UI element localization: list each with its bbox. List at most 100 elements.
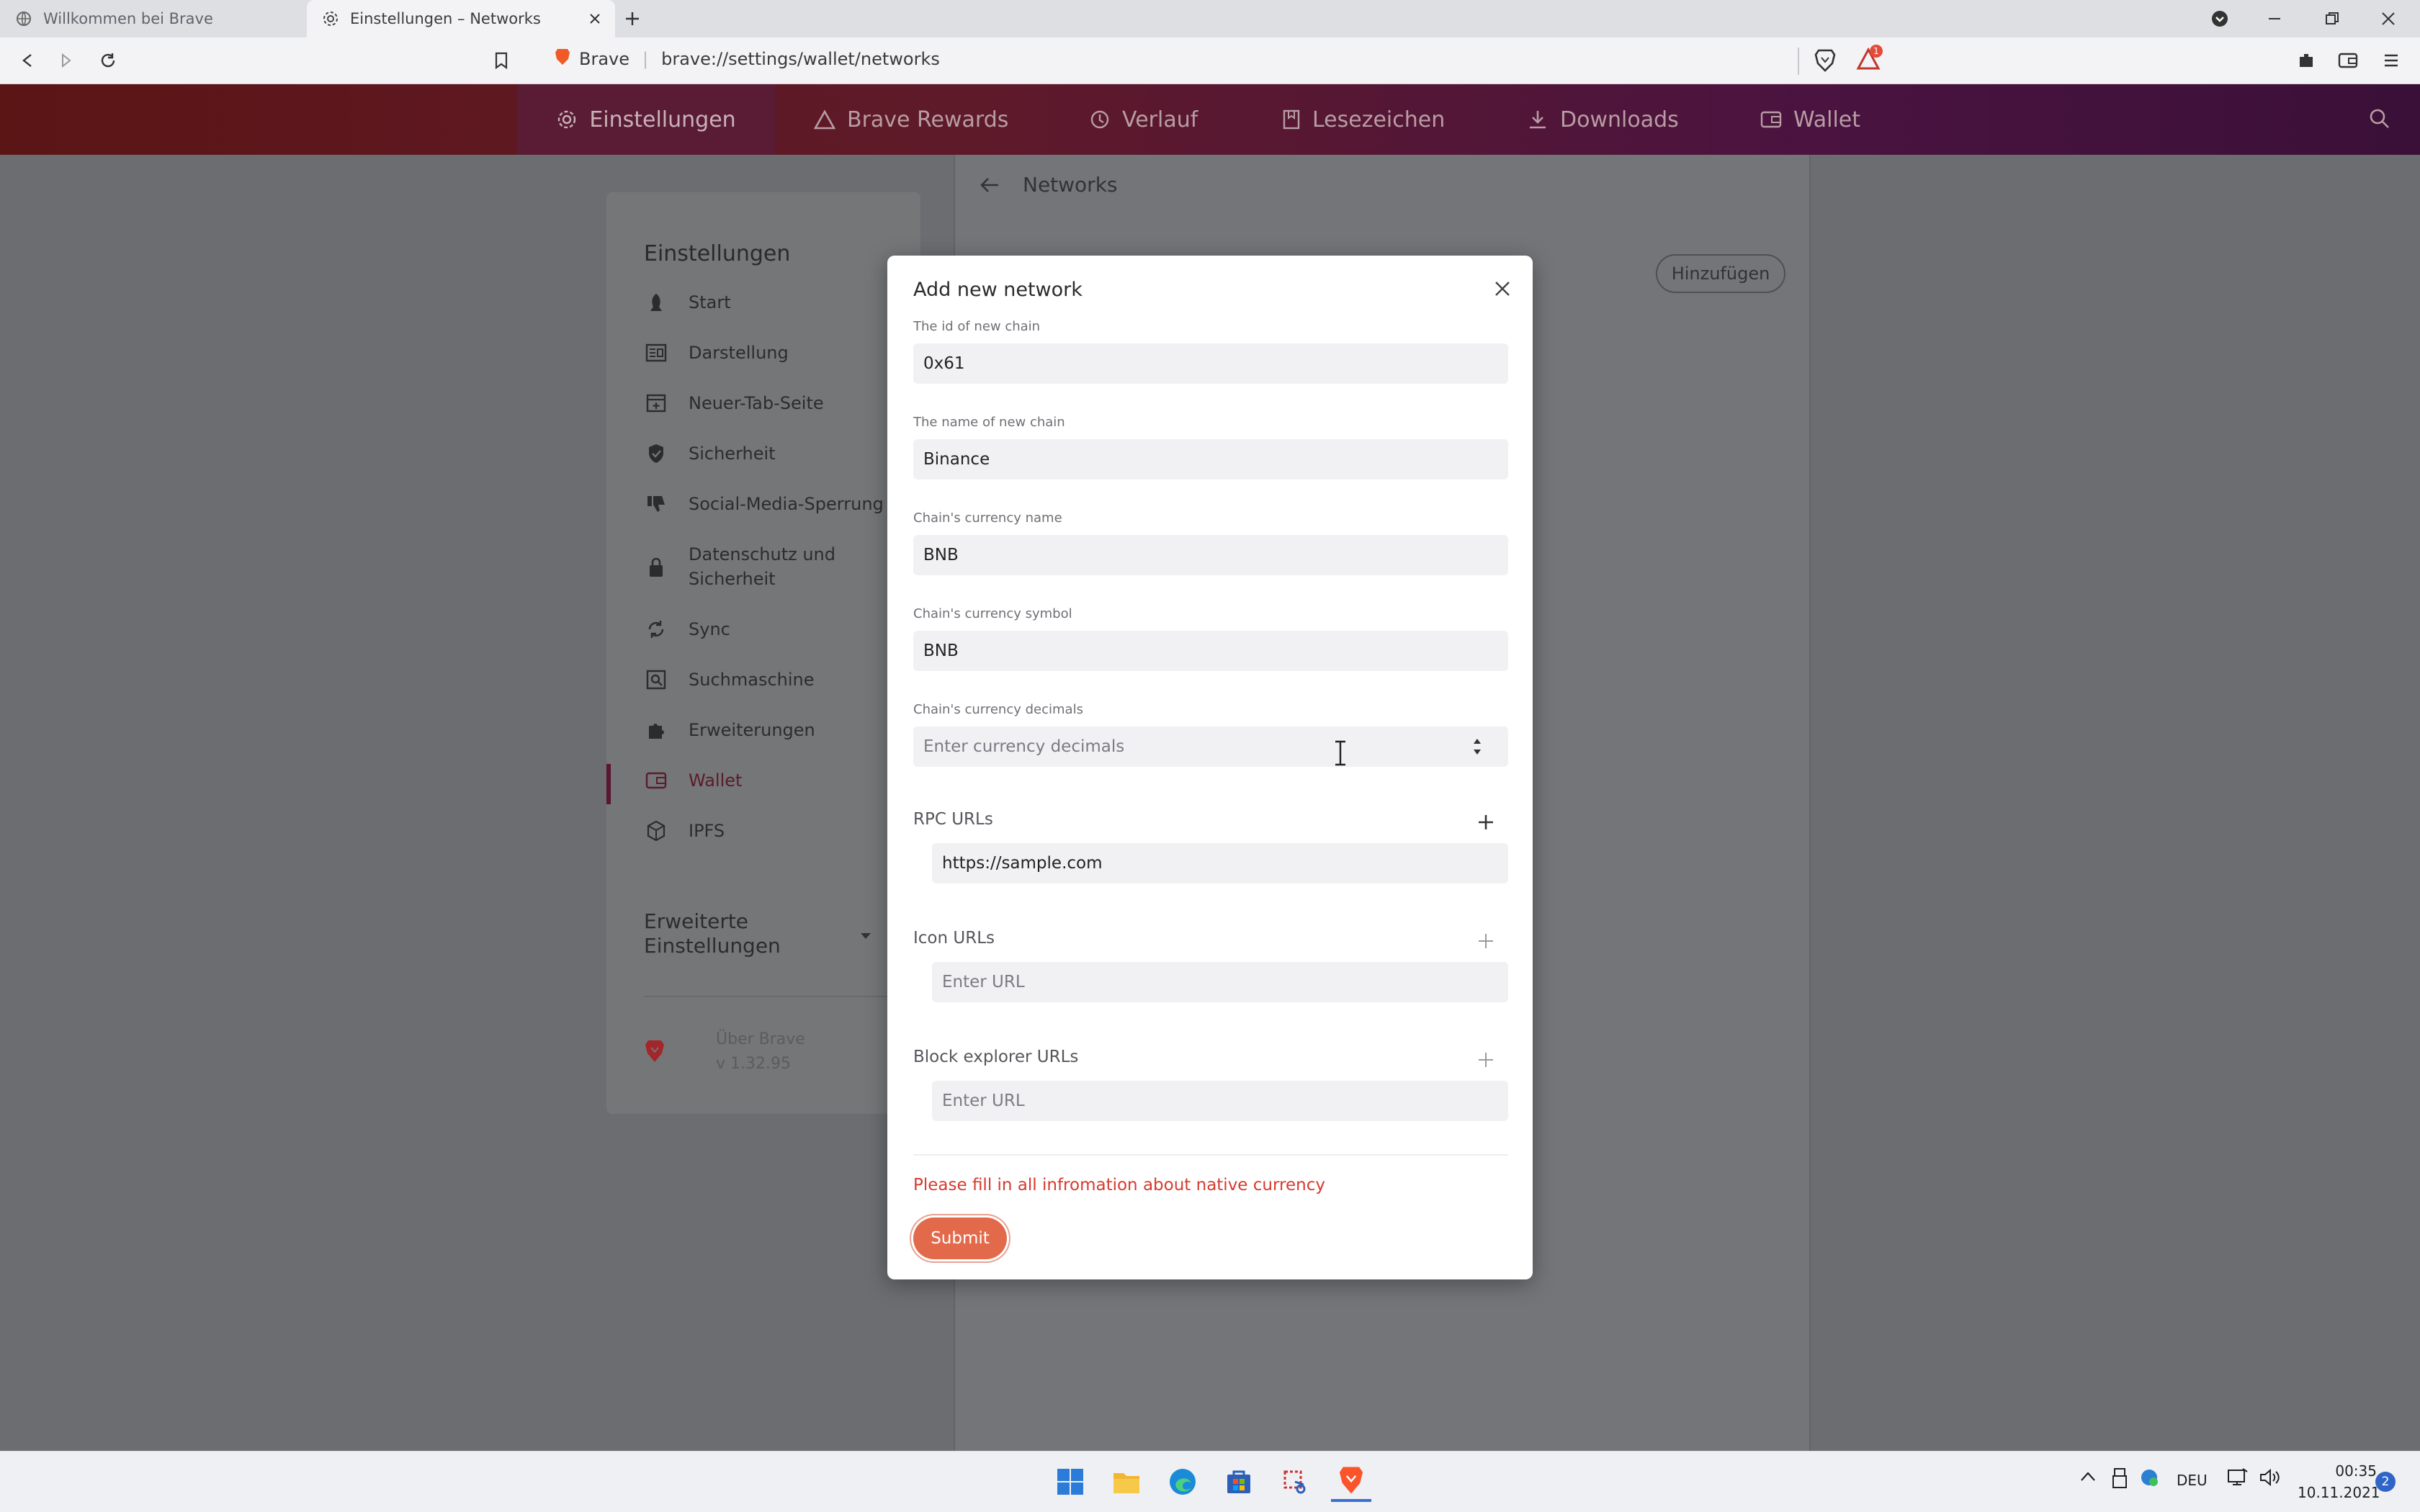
snipping-tool-icon[interactable] (1275, 1462, 1315, 1502)
currency-decimals-label: Chain's currency decimals (913, 702, 1083, 717)
brave-logo-icon (644, 1039, 666, 1066)
currency-name-label: Chain's currency name (913, 510, 1062, 526)
sidebar-item-suchmaschine[interactable]: Suchmaschine (644, 667, 815, 692)
currency-name-input[interactable]: BNB (913, 535, 1508, 575)
shield-icon (644, 441, 668, 466)
submit-button[interactable]: Submit (913, 1218, 1007, 1259)
number-spinner-icon[interactable] (1472, 736, 1494, 765)
add-rpc-url-icon[interactable] (1469, 806, 1502, 839)
windows-start-icon[interactable] (1050, 1462, 1090, 1502)
notification-badge[interactable]: 2 (2375, 1472, 2396, 1492)
browser-toolbar: Brave | brave://settings/wallet/networks… (0, 37, 2420, 84)
security-tray-icon[interactable] (2139, 1467, 2159, 1490)
tab-settings-networks[interactable]: Einstellungen – Networks (307, 0, 615, 37)
rewards-triangle-icon (814, 109, 835, 130)
back-arrow-icon[interactable] (980, 176, 1000, 194)
network-icon[interactable] (2227, 1467, 2249, 1490)
wallet-icon[interactable] (2334, 46, 2362, 75)
sidebar-item-neuer-tab-seite[interactable]: Neuer-Tab-Seite (644, 391, 824, 415)
chain-name-label: The name of new chain (913, 415, 1065, 430)
address-bar[interactable]: Brave | brave://settings/wallet/networks (555, 48, 940, 71)
tray-chevron-up-icon[interactable] (2080, 1470, 2096, 1485)
gear-icon (321, 9, 340, 28)
store-icon[interactable] (1219, 1462, 1259, 1502)
tab-search-icon[interactable] (2205, 4, 2234, 33)
rewards-icon[interactable]: 1 (1854, 45, 1883, 73)
gear-icon (556, 109, 578, 130)
chain-id-input[interactable]: 0x61 (913, 343, 1508, 384)
sidebar-item-social-media-sperrung[interactable]: Social-Media-Sperrung (644, 492, 884, 516)
page-title: Networks (1023, 173, 1118, 197)
nav-einstellungen[interactable]: Einstellungen (517, 84, 775, 155)
chain-name-input[interactable]: Binance (913, 439, 1508, 480)
sidebar-item-sync[interactable]: Sync (644, 617, 730, 642)
sidebar-item-erweiterungen[interactable]: Erweiterungen (644, 718, 815, 742)
back-icon[interactable] (13, 46, 42, 75)
brave-lion-icon (555, 48, 570, 71)
file-explorer-icon[interactable] (1106, 1462, 1147, 1502)
wallet-icon (644, 768, 668, 793)
minimize-icon[interactable] (2260, 4, 2289, 33)
nav-brave-rewards[interactable]: Brave Rewards (814, 84, 1008, 155)
extensions-puzzle-icon[interactable] (2292, 46, 2321, 75)
bookmark-icon (1282, 109, 1301, 130)
input-language[interactable]: DEU (2177, 1472, 2208, 1489)
sidebar-item-darstellung[interactable]: Darstellung (644, 341, 789, 365)
reload-icon[interactable] (94, 46, 122, 75)
close-tab-icon[interactable] (585, 9, 605, 29)
close-icon[interactable] (1487, 273, 1518, 305)
chevron-down-icon[interactable] (860, 930, 871, 943)
download-icon (1527, 109, 1549, 130)
nav-wallet[interactable]: Wallet (1760, 84, 1860, 155)
explorer-url-input[interactable]: Enter URL (932, 1081, 1508, 1121)
appearance-icon (644, 341, 668, 365)
new-tab-button[interactable] (618, 4, 647, 33)
history-icon (1089, 109, 1111, 130)
rpc-url-input[interactable]: https://sample.com (932, 843, 1508, 883)
nav-downloads[interactable]: Downloads (1527, 84, 1679, 155)
nav-lesezeichen[interactable]: Lesezeichen (1282, 84, 1445, 155)
puzzle-icon (644, 718, 668, 742)
brave-taskbar-icon[interactable] (1331, 1462, 1371, 1502)
nav-verlauf[interactable]: Verlauf (1089, 84, 1198, 155)
chain-id-label: The id of new chain (913, 319, 1041, 334)
site-label: Brave (579, 49, 630, 69)
sidebar-title: Einstellungen (644, 241, 791, 266)
settings-header: Einstellungen Brave Rewards Verlauf Lese… (0, 84, 2420, 155)
sidebar-item-sicherheit[interactable]: Sicherheit (644, 441, 776, 466)
icon-url-input[interactable]: Enter URL (932, 962, 1508, 1002)
rocket-icon (644, 290, 668, 315)
usb-device-icon[interactable] (2112, 1467, 2128, 1492)
close-window-icon[interactable] (2374, 4, 2403, 33)
clock-time: 00:35 (2335, 1462, 2377, 1480)
clock-date: 10.11.2021 (2298, 1484, 2380, 1501)
volume-icon[interactable] (2259, 1467, 2280, 1490)
lock-icon (644, 555, 668, 580)
brave-shields-icon[interactable] (1811, 46, 1839, 75)
advanced-settings-toggle[interactable]: Erweiterte Einstellungen (644, 909, 831, 958)
add-explorer-url-icon[interactable] (1469, 1043, 1502, 1076)
currency-symbol-input[interactable]: BNB (913, 631, 1508, 671)
currency-decimals-input[interactable]: Enter currency decimals (913, 726, 1508, 767)
tab-welcome[interactable]: Willkommen bei Brave (0, 0, 307, 37)
sidebar-item-wallet[interactable]: Wallet (644, 768, 742, 793)
add-icon-url-icon[interactable] (1469, 924, 1502, 958)
tab-strip: Willkommen bei Brave Einstellungen – Net… (0, 0, 2420, 37)
settings-search-icon[interactable] (2365, 104, 2394, 133)
restore-icon[interactable] (2318, 4, 2347, 33)
about-brave[interactable]: Über Brave v 1.32.95 (716, 1027, 805, 1076)
sidebar-item-ipfs[interactable]: IPFS (644, 819, 725, 843)
sidebar-item-datenschutz[interactable]: Datenschutz und Sicherheit (644, 542, 876, 591)
sidebar-item-start[interactable]: Start (644, 290, 731, 315)
text-cursor-icon (1331, 740, 1350, 766)
edge-browser-icon[interactable] (1162, 1462, 1203, 1502)
bookmark-page-icon[interactable] (487, 46, 516, 75)
forward-icon[interactable] (52, 46, 81, 75)
divider (913, 1154, 1508, 1156)
currency-symbol-label: Chain's currency symbol (913, 606, 1072, 621)
system-clock[interactable]: 00:35 10.11.2021 (2298, 1460, 2380, 1503)
add-network-button[interactable]: Hinzufügen (1656, 254, 1785, 293)
taskbar: DEU 00:35 10.11.2021 2 (0, 1451, 2420, 1512)
menu-icon[interactable] (2377, 46, 2406, 75)
globe-icon (14, 9, 33, 28)
